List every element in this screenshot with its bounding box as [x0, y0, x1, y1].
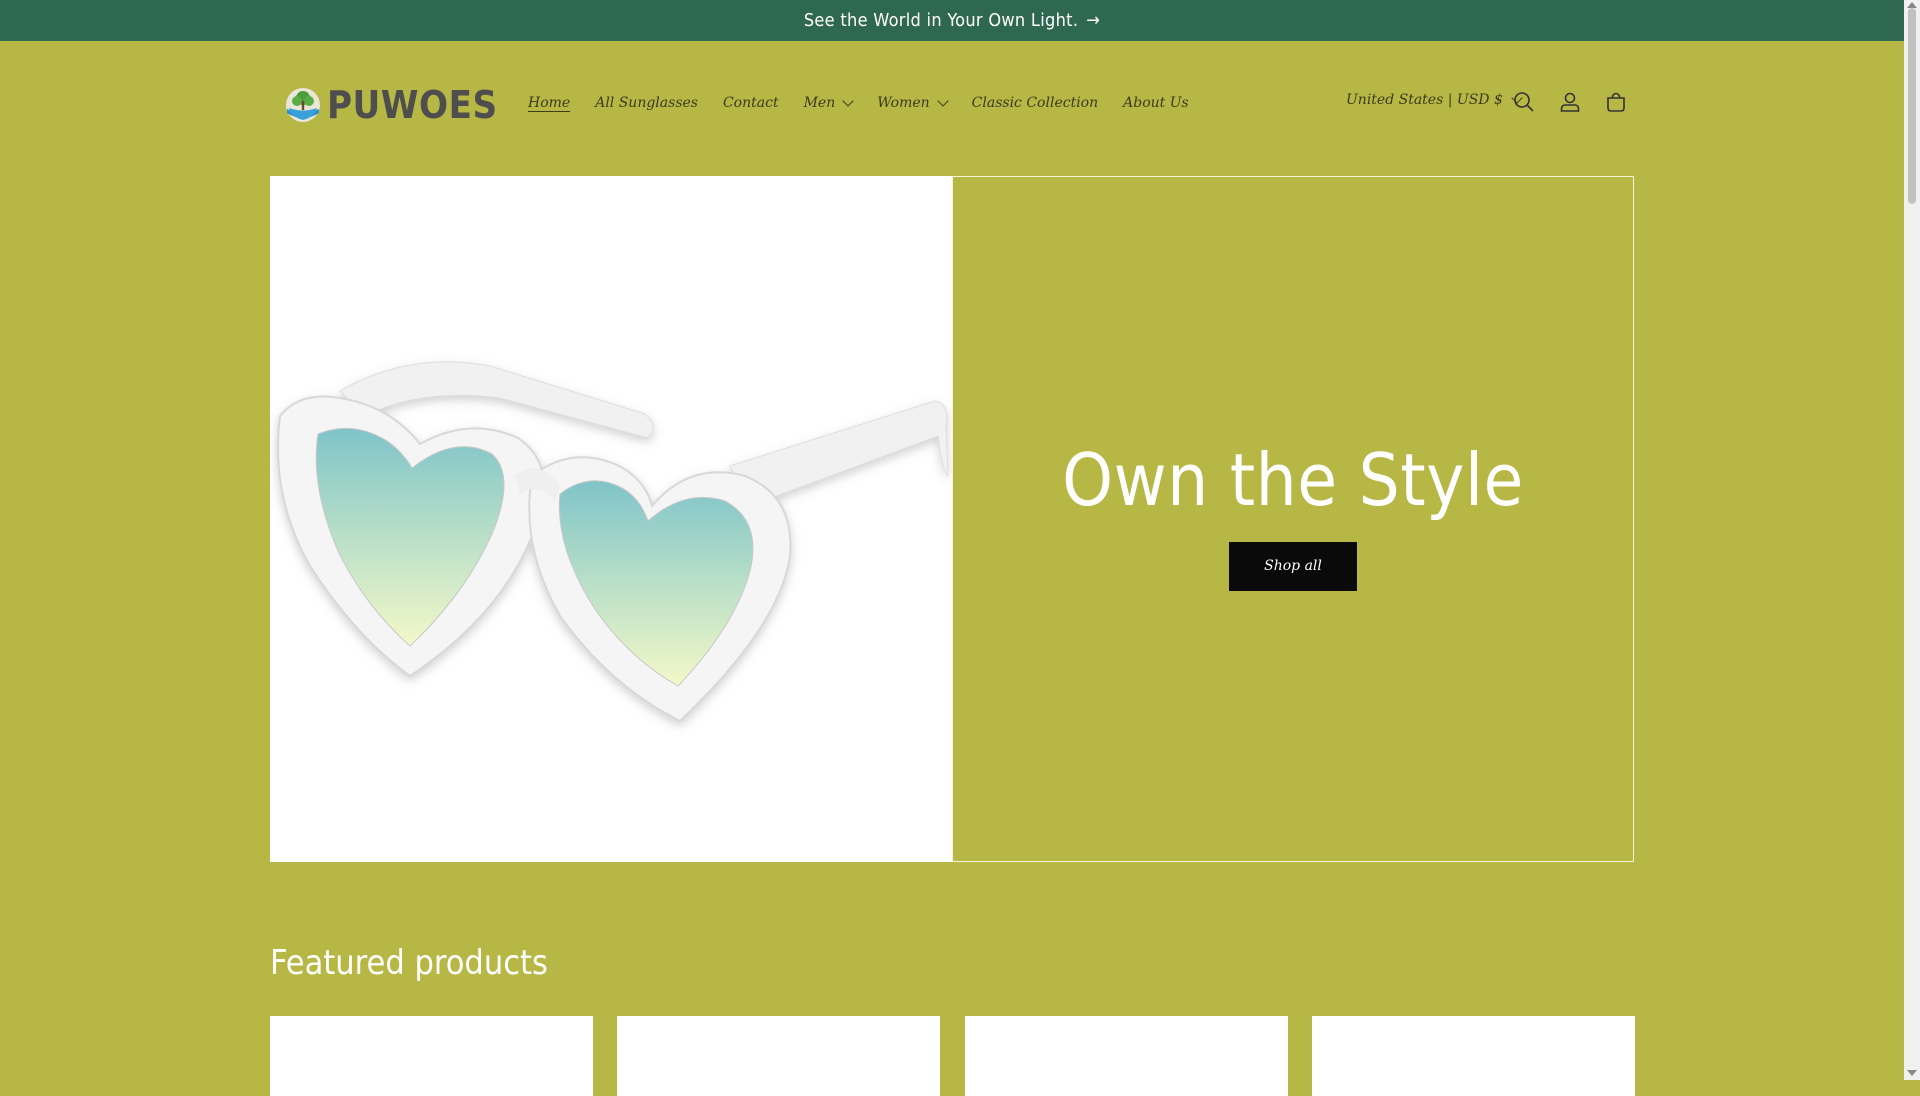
- tree-logo-icon: [286, 88, 320, 122]
- nav-item-home[interactable]: Home: [528, 95, 570, 111]
- search-icon[interactable]: [1512, 90, 1536, 114]
- nav-item-label: About Us: [1123, 95, 1189, 111]
- nav-item-label: Men: [803, 95, 836, 111]
- nav-item-label: Women: [877, 95, 930, 111]
- logo-text: PUWOES: [327, 83, 498, 127]
- currency-selector[interactable]: United States | USD $: [1346, 92, 1523, 108]
- nav-item-label: Home: [528, 95, 571, 111]
- main-nav: Home All Sunglasses Contact Men Women Classic…: [528, 90, 1214, 116]
- hero-content: Own the Style Shop all: [952, 176, 1634, 862]
- product-card[interactable]: [270, 1016, 593, 1096]
- nav-item-label: All Sunglasses: [595, 95, 698, 111]
- logo[interactable]: PUWOES: [285, 83, 498, 127]
- hero-heading: Own the Style: [1062, 437, 1524, 522]
- nav-item-women[interactable]: Women: [877, 95, 949, 111]
- product-card[interactable]: [617, 1016, 940, 1096]
- announcement-bar[interactable]: See the World in Your Own Light. →: [0, 0, 1904, 41]
- shop-all-button[interactable]: Shop all: [1229, 541, 1357, 591]
- nav-item-men[interactable]: Men: [803, 95, 854, 111]
- currency-label: United States | USD $: [1346, 92, 1503, 108]
- nav-item-classic-collection[interactable]: Classic Collection: [972, 95, 1098, 111]
- hero-banner: Own the Style Shop all: [270, 176, 1634, 862]
- chevron-down-icon: [937, 95, 949, 107]
- product-card[interactable]: [1312, 1016, 1635, 1096]
- heart-sunglasses-image: [277, 361, 949, 723]
- page-scrollbar[interactable]: [1904, 0, 1920, 1080]
- announcement-text[interactable]: See the World in Your Own Light.: [804, 10, 1078, 31]
- scrollbar-thumb[interactable]: [1908, 8, 1916, 204]
- product-card[interactable]: [965, 1016, 1288, 1096]
- featured-products-title: Featured products: [270, 943, 548, 983]
- account-icon[interactable]: [1558, 90, 1582, 114]
- nav-item-label: Contact: [722, 95, 779, 111]
- cart-icon[interactable]: [1604, 90, 1628, 114]
- nav-item-label: Classic Collection: [971, 95, 1099, 111]
- chevron-down-icon: [842, 95, 854, 107]
- nav-item-about-us[interactable]: About Us: [1123, 95, 1189, 111]
- nav-item-contact[interactable]: Contact: [723, 95, 779, 111]
- nav-item-all-sunglasses[interactable]: All Sunglasses: [595, 95, 698, 111]
- scroll-down-icon[interactable]: [1907, 1070, 1917, 1076]
- hero-image: [270, 176, 952, 862]
- arrow-right-icon: →: [1086, 10, 1101, 31]
